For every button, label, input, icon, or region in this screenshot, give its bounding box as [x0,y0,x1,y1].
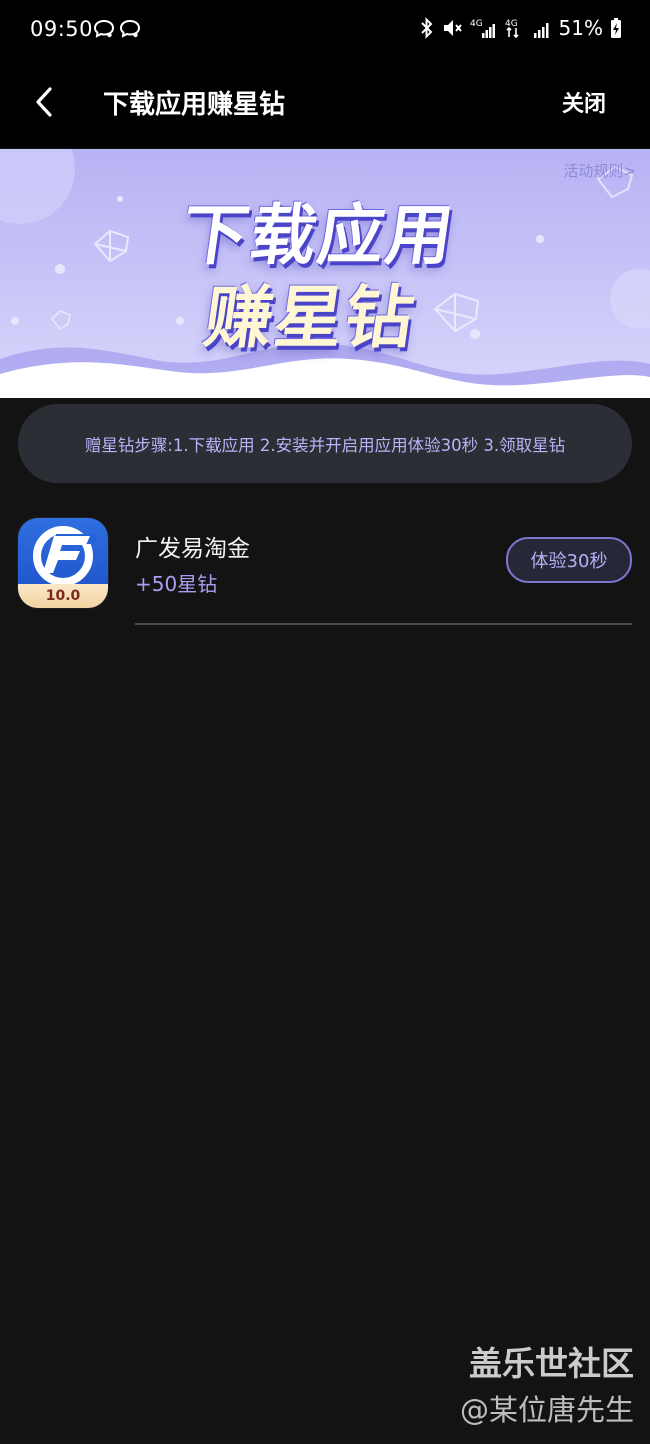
battery-percent: 51% [558,16,603,40]
chevron-left-icon [36,87,52,117]
signal-4g-icon: 4G [470,19,495,38]
app-reward: +50星钻 [135,572,218,596]
system-status-icons: 4G 4G 51% [420,16,622,40]
rules-link[interactable]: 活动规则> [563,160,636,181]
app-name: 广发易淘金 [135,536,250,562]
diamond-icon [50,310,71,331]
steps-text: 赠星钻步骤:1.下载应用 2.安装并开启用应用体验30秒 3.领取星钻 [84,435,566,455]
diamond-icon [433,292,480,333]
back-button[interactable] [28,82,64,122]
app-version-badge: 10.0 [18,584,108,608]
watermark-title: 盖乐世社区 [469,1344,634,1383]
close-button[interactable]: 关闭 [562,86,606,118]
watermark-author: @某位唐先生 [459,1393,634,1427]
divider [135,623,632,625]
mute-icon [443,20,462,36]
bluetooth-icon [420,17,432,39]
promo-banner: 活动规则> 下载应用 赚星钻 [0,149,650,398]
diamond-icon [93,229,130,263]
experience-button[interactable]: 体验30秒 [506,537,632,583]
status-bar: 09:50 4G 4G 51% [0,0,650,62]
page-title: 下载应用赚星钻 [103,90,286,120]
chat-icon [93,19,115,38]
steps-banner: 赠星钻步骤:1.下载应用 2.安装并开启用应用体验30秒 3.领取星钻 [18,404,632,483]
chat-icon [119,19,141,38]
notification-icons [93,19,141,39]
app-icon[interactable]: 10.0 [18,518,108,608]
svg-text:4G: 4G [505,19,518,29]
battery-icon [611,18,621,38]
status-time: 09:50 [30,17,94,41]
signal-4g-icon: 4G [505,19,519,39]
svg-text:4G: 4G [470,19,483,29]
list-item[interactable]: 10.0 广发易淘金 +50星钻 体验30秒 [0,515,650,627]
signal-icon [533,23,549,38]
app-header: 下载应用赚星钻 关闭 [0,62,650,148]
banner-subheadline: 赚星钻 [199,279,421,358]
gf-logo-icon [33,526,96,586]
